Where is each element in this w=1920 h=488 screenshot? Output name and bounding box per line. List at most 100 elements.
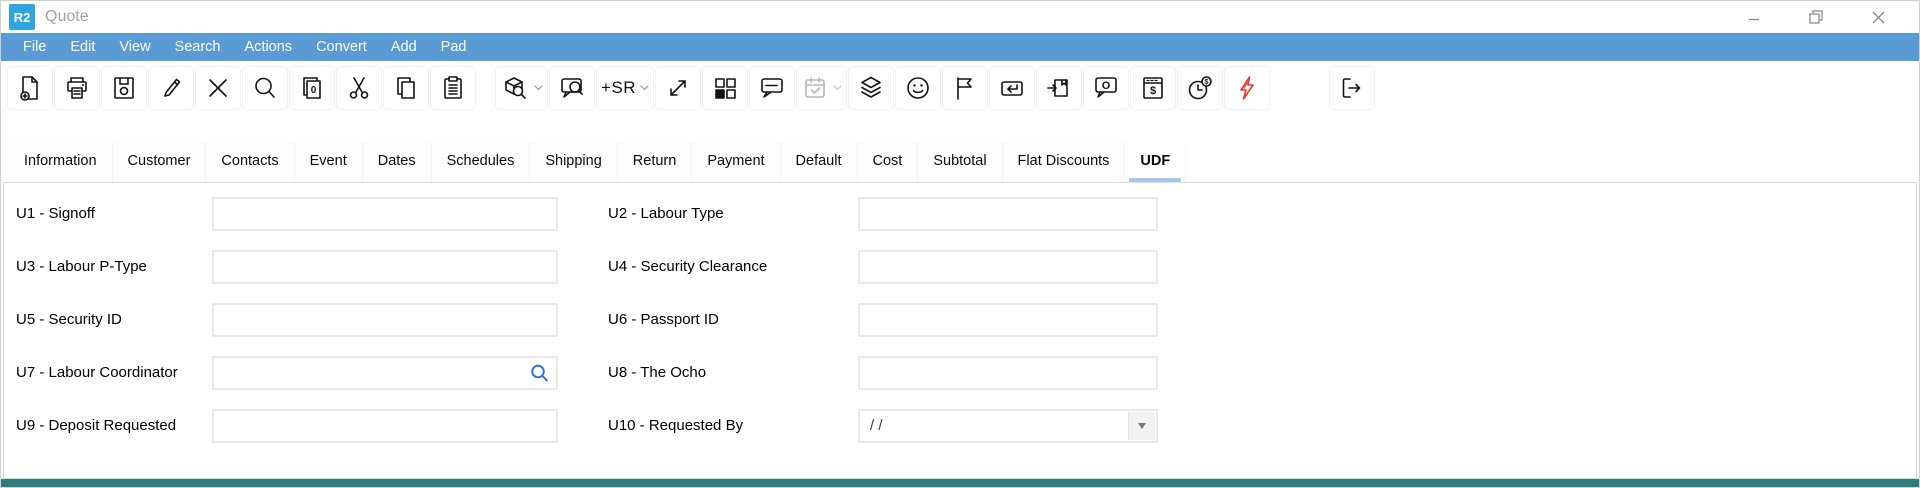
window-title: Quote	[45, 1, 89, 33]
close-button[interactable]	[1847, 1, 1909, 33]
u3-labour-ptype-field[interactable]	[212, 250, 558, 284]
exit-button[interactable]	[1329, 66, 1375, 110]
menu-add[interactable]: Add	[379, 33, 429, 61]
tab-subtotal[interactable]: Subtotal	[918, 142, 1002, 182]
print-icon	[63, 74, 91, 102]
calendar-button[interactable]	[796, 66, 847, 110]
delete-x-icon	[204, 74, 232, 102]
memo-button[interactable]: O	[1083, 66, 1129, 110]
copy-count-button[interactable]: 0	[289, 66, 335, 110]
save-button[interactable]	[101, 66, 147, 110]
tab-schedules[interactable]: Schedules	[432, 142, 531, 182]
invoice-button[interactable]: $	[1130, 66, 1176, 110]
save-icon	[110, 74, 138, 102]
u8-the-ocho-field[interactable]	[858, 356, 1158, 390]
u4-label: U4 - Security Clearance	[608, 250, 767, 284]
find-button[interactable]	[242, 66, 288, 110]
item-search-button[interactable]	[495, 66, 548, 110]
print-button[interactable]	[54, 66, 100, 110]
edit-button[interactable]	[148, 66, 194, 110]
tab-flat-discounts[interactable]: Flat Discounts	[1003, 142, 1126, 182]
menu-pad[interactable]: Pad	[429, 33, 479, 61]
u2-labour-type-input[interactable]	[860, 199, 1156, 229]
tab-default[interactable]: Default	[781, 142, 858, 182]
layers-button[interactable]	[848, 66, 894, 110]
tab-payment[interactable]: Payment	[692, 142, 780, 182]
quote-search-button[interactable]	[549, 66, 595, 110]
add-sr-button[interactable]: +SR	[596, 66, 654, 110]
u1-signoff-field[interactable]	[212, 197, 558, 231]
flag-button[interactable]	[942, 66, 988, 110]
minimize-button[interactable]	[1723, 1, 1785, 33]
calendar-dropdown-icon[interactable]	[833, 85, 842, 91]
u10-dropdown-button[interactable]	[1128, 412, 1155, 440]
menu-view[interactable]: View	[107, 33, 162, 61]
u8-the-ocho-input[interactable]	[860, 358, 1156, 388]
tab-cost[interactable]: Cost	[858, 142, 919, 182]
u4-security-clearance-field[interactable]	[858, 250, 1158, 284]
menu-file[interactable]: File	[11, 33, 58, 61]
tab-shipping[interactable]: Shipping	[530, 142, 617, 182]
u6-passport-id-field[interactable]	[858, 303, 1158, 337]
menu-convert[interactable]: Convert	[304, 33, 379, 61]
u5-security-id-field[interactable]	[212, 303, 558, 337]
u9-deposit-requested-field[interactable]	[212, 409, 558, 443]
item-search-cube-icon	[500, 74, 530, 102]
cut-button[interactable]	[336, 66, 382, 110]
paste-button[interactable]	[430, 66, 476, 110]
search-magnifier-icon	[251, 74, 279, 102]
expand-button[interactable]	[655, 66, 701, 110]
u6-passport-id-input[interactable]	[860, 305, 1156, 335]
transfer-button[interactable]	[1036, 66, 1082, 110]
toolbar: 0 +SR	[1, 61, 1919, 115]
close-icon	[1872, 11, 1885, 24]
tab-dates[interactable]: Dates	[363, 142, 432, 182]
memo-bubble-o-icon: O	[1092, 74, 1120, 102]
tab-contacts[interactable]: Contacts	[206, 142, 294, 182]
u7-label: U7 - Labour Coordinator	[16, 356, 178, 390]
menu-search[interactable]: Search	[163, 33, 233, 61]
window-layout-button[interactable]	[702, 66, 748, 110]
tab-event[interactable]: Event	[295, 142, 363, 182]
quote-search-bubble-icon	[558, 74, 587, 102]
u9-deposit-requested-input[interactable]	[214, 411, 556, 441]
paste-clipboard-icon	[439, 74, 467, 102]
tab-customer[interactable]: Customer	[113, 142, 207, 182]
svg-text:0: 0	[311, 85, 317, 96]
tab-information[interactable]: Information	[9, 142, 113, 182]
u2-label: U2 - Labour Type	[608, 197, 724, 231]
tab-udf[interactable]: UDF	[1125, 142, 1186, 182]
time-billing-button[interactable]: $	[1177, 66, 1223, 110]
quick-bill-button[interactable]	[1224, 66, 1270, 110]
lookup-search-icon[interactable]	[530, 364, 549, 383]
window-layout-grid-icon	[711, 74, 739, 102]
u8-label: U8 - The Ocho	[608, 356, 706, 390]
u1-signoff-input[interactable]	[214, 199, 556, 229]
u7-labour-coordinator-input[interactable]	[214, 358, 556, 388]
u5-security-id-input[interactable]	[214, 305, 556, 335]
u10-requested-by-field[interactable]: / /	[858, 409, 1158, 443]
smiley-button[interactable]	[895, 66, 941, 110]
add-sr-dropdown-icon[interactable]	[640, 85, 649, 91]
u2-labour-type-field[interactable]	[858, 197, 1158, 231]
svg-text:$: $	[1150, 85, 1156, 97]
u4-security-clearance-input[interactable]	[860, 252, 1156, 282]
new-button[interactable]	[7, 66, 53, 110]
comments-button[interactable]	[749, 66, 795, 110]
app-logo: R2	[9, 4, 35, 30]
restore-icon	[1809, 10, 1823, 24]
check-in-button[interactable]	[989, 66, 1035, 110]
check-in-return-icon	[998, 74, 1026, 102]
u3-labour-ptype-input[interactable]	[214, 252, 556, 282]
minimize-icon	[1748, 11, 1760, 23]
restore-button[interactable]	[1785, 1, 1847, 33]
expand-arrows-icon	[664, 74, 692, 102]
delete-button[interactable]	[195, 66, 241, 110]
item-search-dropdown-icon[interactable]	[534, 85, 543, 91]
quick-bill-lightning-icon	[1233, 74, 1261, 102]
u7-labour-coordinator-field[interactable]	[212, 356, 558, 390]
tab-return[interactable]: Return	[618, 142, 693, 182]
menu-actions[interactable]: Actions	[233, 33, 305, 61]
menu-edit[interactable]: Edit	[58, 33, 107, 61]
copy-button[interactable]	[383, 66, 429, 110]
